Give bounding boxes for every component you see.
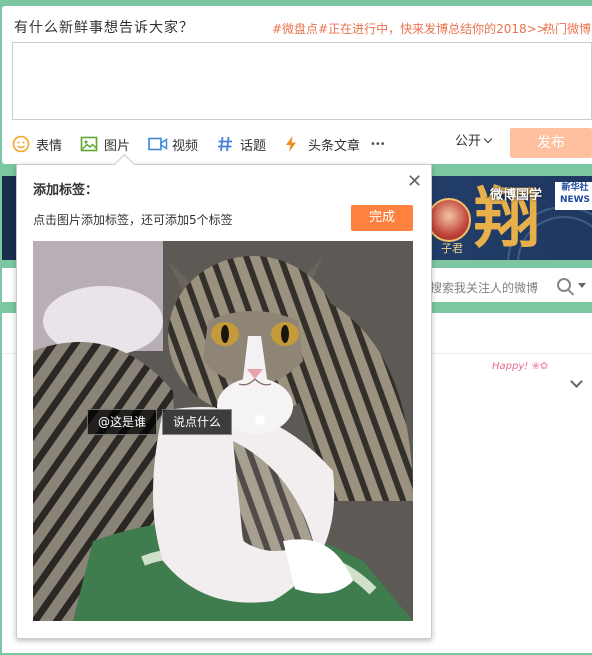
xinhua-logo: 新华社 NEWS [555,182,592,210]
topic-label: 话题 [240,138,267,154]
done-button[interactable]: 完成 [351,205,413,231]
banner-portrait-image [427,198,471,242]
composer-prompt: 有什么新鲜事想告诉大家？ [14,20,194,36]
more-button[interactable]: ••• [370,133,386,155]
search-icon[interactable] [557,278,571,292]
banner-name: 子君 [441,242,463,255]
article-label: 头条文章 [308,138,361,154]
video-button[interactable]: 视频 [148,133,198,155]
video-icon [148,135,168,153]
publish-card: 有什么新鲜事想告诉大家？ #微盘点#正在进行中，快来发博总结你的2018>> 热… [2,6,592,164]
add-tag-popup: 添加标签： ✕ 点击图片添加标签，还可添加5个标签 完成 @这是谁 说点什么 [16,153,432,639]
article-button[interactable]: 头条文章 [284,133,360,155]
cat-photo[interactable]: @这是谁 说点什么 [33,241,413,621]
image-label: 图片 [104,138,131,154]
privacy-label: 公开 [455,134,482,149]
popup-hint: 点击图片添加标签，还可添加5个标签 [33,213,233,227]
tag-who-chip[interactable]: @这是谁 [87,409,158,435]
privacy-selector[interactable]: 公开 [455,130,493,149]
close-icon[interactable]: ✕ [407,173,422,191]
topic-promo-link[interactable]: #微盘点#正在进行中，快来发博总结你的2018>> [272,20,547,37]
banner-tag: 微博国学 [490,188,543,203]
search-input[interactable]: 搜索我关注人的微博 [430,279,538,296]
topic-button[interactable]: 话题 [216,133,266,155]
hot-weibo-link[interactable]: 热门微博 [543,20,591,37]
chevron-down-icon [483,134,493,144]
image-icon [80,135,98,153]
lightning-icon [284,135,302,153]
compose-textarea[interactable] [12,42,592,120]
emoji-button[interactable]: 表情 [12,133,62,155]
emoji-label: 表情 [36,138,63,154]
caret-down-icon[interactable] [578,283,586,288]
popup-title: 添加标签： [33,183,99,198]
video-label: 视频 [172,138,199,154]
chevron-down-icon[interactable] [570,375,583,388]
post-button[interactable]: 发布 [510,128,592,158]
image-button[interactable]: 图片 [80,133,130,155]
hashtag-icon [216,135,234,153]
emoji-icon [12,135,30,153]
tag-say-chip[interactable]: 说点什么 [162,409,233,435]
tag-anchor-dot[interactable] [255,415,265,425]
more-dots: ••• [370,138,386,150]
happy-sticker: Happy! ❀✿ [492,361,549,372]
sticker-text: Happy! [492,361,529,372]
